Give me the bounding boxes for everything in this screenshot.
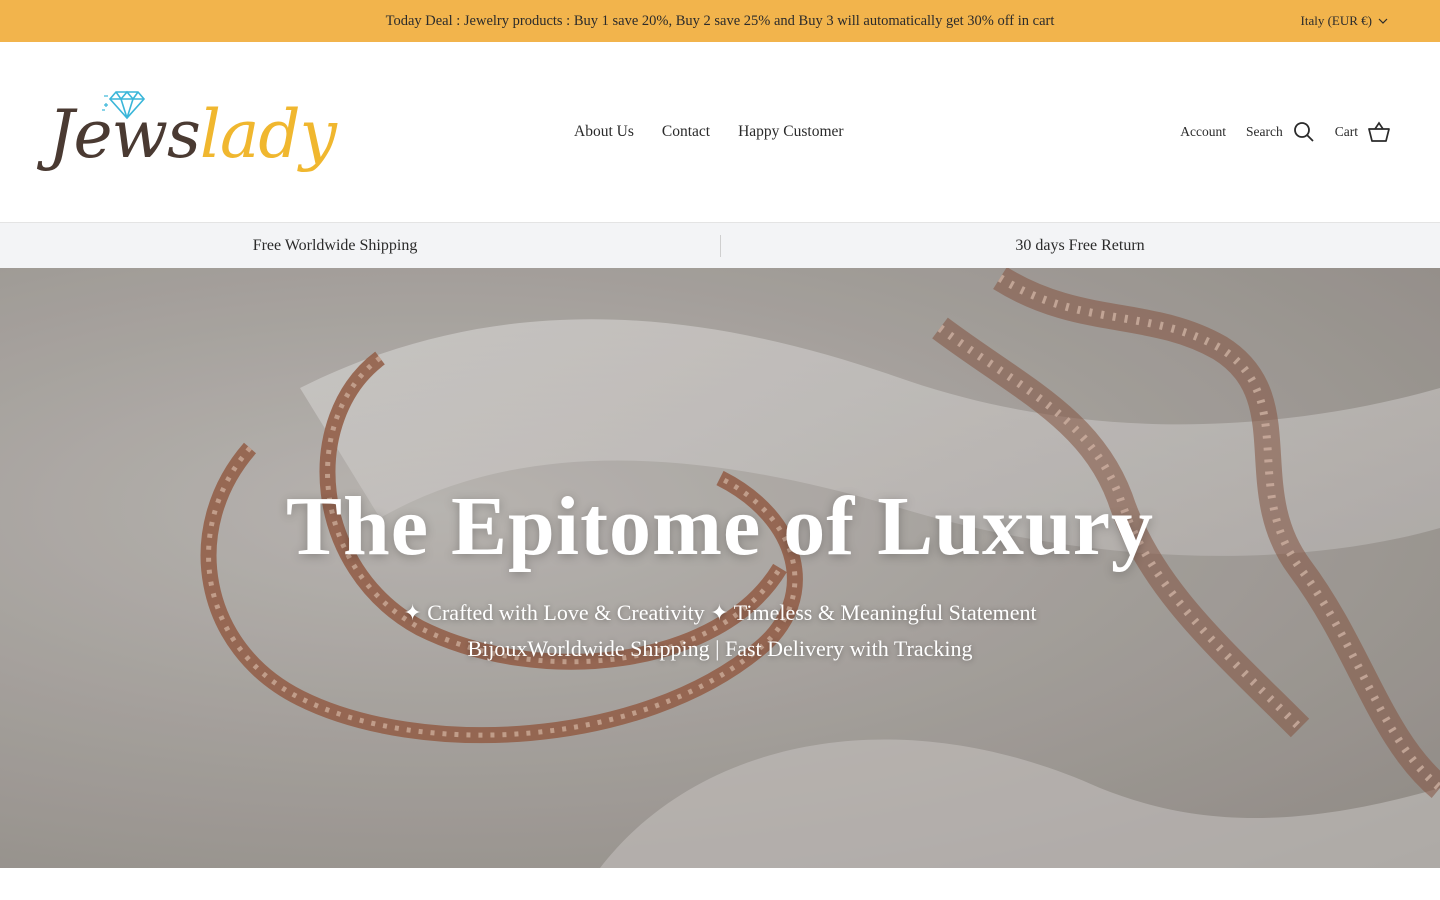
- logo-text-part2: lady: [199, 96, 337, 173]
- hero-title: The Epitome of Luxury: [285, 480, 1155, 573]
- nav-contact[interactable]: Contact: [648, 123, 724, 141]
- account-link[interactable]: Account: [1180, 124, 1226, 140]
- currency-selector[interactable]: Italy (EUR €): [1301, 0, 1388, 42]
- search-button[interactable]: Search: [1246, 121, 1315, 143]
- logo-wordmark: Jewslady: [48, 96, 337, 173]
- logo[interactable]: Jewslady: [48, 82, 337, 192]
- cart-icon: [1368, 121, 1390, 142]
- chevron-down-icon: [1378, 18, 1388, 24]
- usp-shipping: Free Worldwide Shipping: [252, 236, 418, 254]
- search-icon: [1293, 122, 1314, 142]
- usp-returns: 30 days Free Return: [1015, 236, 1145, 254]
- nav-about-us[interactable]: About Us: [560, 123, 648, 141]
- announcement-bar: Today Deal : Jewelry products : Buy 1 sa…: [0, 0, 1440, 42]
- hero-banner[interactable]: The Epitome of Luxury ✦ Crafted with Lov…: [0, 268, 1440, 868]
- header-tools: Account Search Cart: [1180, 42, 1390, 222]
- site-header: Jewslady About Us Contact Happy Customer…: [0, 42, 1440, 222]
- announcement-text: Today Deal : Jewelry products : Buy 1 sa…: [385, 12, 1055, 29]
- account-label: Account: [1180, 124, 1227, 139]
- cart-label: Cart: [1334, 124, 1358, 139]
- logo-text-part1: Jews: [48, 96, 201, 173]
- hero-subtitle-line1: ✦ Crafted with Love & Creativity ✦ Timel…: [403, 600, 1037, 625]
- currency-label: Italy (EUR €): [1300, 13, 1372, 28]
- search-label: Search: [1246, 124, 1283, 139]
- hero-subtitle-line2: BijouxWorldwide Shipping | Fast Delivery…: [467, 636, 973, 661]
- nav-happy-customer[interactable]: Happy Customer: [724, 123, 857, 141]
- main-nav: About Us Contact Happy Customer: [560, 42, 858, 222]
- cart-button[interactable]: Cart: [1335, 121, 1390, 143]
- usp-bar: Free Worldwide Shipping 30 days Free Ret…: [0, 222, 1440, 268]
